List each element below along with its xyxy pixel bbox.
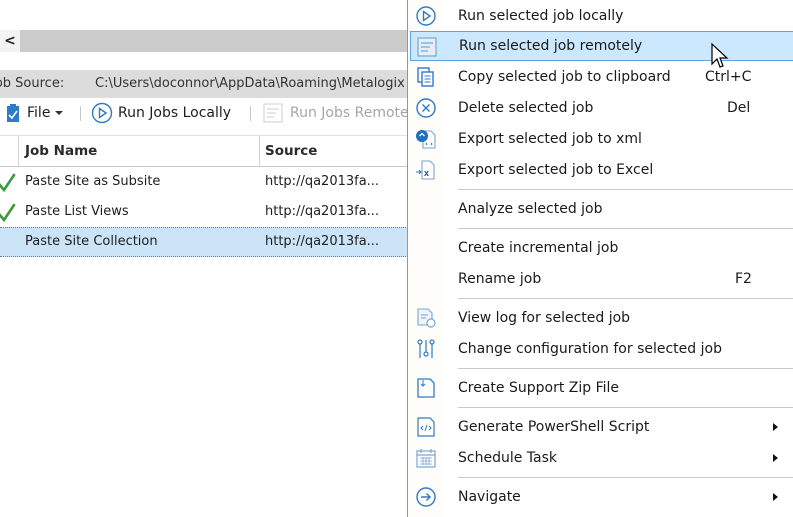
context-menu: Run selected job locally Run selected jo…: [407, 0, 793, 517]
file-menu-button[interactable]: File: [6, 98, 64, 128]
copy-icon: [417, 67, 434, 87]
run-jobs-remotely-label: Run Jobs Remotely: [290, 105, 410, 121]
clipboard-check-icon: [7, 104, 19, 122]
chevron-down-icon: [55, 111, 64, 115]
menu-item-label: Generate PowerShell Script: [458, 419, 650, 435]
menu-item-export-excel[interactable]: x Export selected job to Excel: [410, 155, 793, 185]
view-log-icon: [417, 308, 436, 328]
job-name-cell: Paste Site as Subsite: [25, 174, 161, 189]
job-name-cell: Paste Site Collection: [25, 234, 158, 249]
menu-item-label: Create incremental job: [458, 240, 619, 256]
file-menu-label: File: [27, 105, 51, 121]
zip-file-icon: [417, 378, 435, 398]
menu-item-rename[interactable]: Rename job F2: [410, 264, 793, 294]
toolbar: File Run Jobs Locally Run Jobs Remotely: [0, 98, 410, 128]
column-header-source[interactable]: Source: [265, 136, 317, 166]
horizontal-scrollbar[interactable]: [0, 30, 410, 52]
run-jobs-locally-label: Run Jobs Locally: [118, 105, 232, 121]
job-source-bar: Job Source: C:\Users\doconnor\AppData\Ro…: [0, 70, 410, 98]
table-row[interactable]: Paste Site as Subsite http://qa2013fa...: [0, 167, 410, 197]
source-cell: http://qa2013fa...: [265, 174, 380, 189]
calendar-icon: [416, 449, 436, 468]
menu-item-label: Export selected job to xml: [458, 131, 642, 147]
scroll-left-button[interactable]: <: [0, 30, 20, 52]
run-jobs-remotely-button[interactable]: Run Jobs Remotely: [262, 98, 410, 128]
menu-item-label: Change configuration for selected job: [458, 341, 722, 357]
source-cell: http://qa2013fa...: [265, 234, 380, 249]
table-row-selected[interactable]: Paste Site Collection http://qa2013fa...: [0, 227, 410, 257]
column-header-job-name[interactable]: Job Name: [25, 136, 97, 166]
navigate-arrow-icon: [416, 487, 436, 507]
menu-item-navigate[interactable]: Navigate: [410, 482, 793, 512]
shortcut-label: Del: [727, 100, 751, 116]
menu-item-label: Run selected job locally: [458, 8, 624, 24]
menu-item-label: Export selected job to Excel: [458, 162, 654, 178]
grid-header: Job Name Source: [0, 135, 410, 167]
menu-separator: [458, 189, 793, 190]
submenu-arrow-icon: [773, 454, 778, 462]
menu-item-label: Delete selected job: [458, 100, 594, 116]
export-xml-icon: [416, 130, 436, 149]
success-check-icon: [0, 173, 16, 193]
menu-item-create-support-zip[interactable]: Create Support Zip File: [410, 373, 793, 403]
menu-item-label: Analyze selected job: [458, 201, 603, 217]
submenu-arrow-icon: [773, 493, 778, 501]
submenu-arrow-icon: [773, 423, 778, 431]
menu-item-label: View log for selected job: [458, 310, 631, 326]
menu-item-create-incremental[interactable]: Create incremental job: [410, 233, 793, 263]
menu-item-delete[interactable]: Delete selected job Del: [410, 93, 793, 123]
table-row[interactable]: Paste List Views http://qa2013fa...: [0, 197, 410, 227]
job-source-label: Job Source:: [0, 76, 65, 91]
menu-item-run-remotely[interactable]: Run selected job remotely: [410, 31, 793, 61]
menu-item-view-log[interactable]: View log for selected job: [410, 303, 793, 333]
column-divider: [259, 136, 260, 166]
remote-job-icon: [417, 37, 437, 57]
menu-item-export-xml[interactable]: Export selected job to xml: [410, 124, 793, 154]
menu-item-analyze[interactable]: Analyze selected job: [410, 194, 793, 224]
menu-separator: [458, 368, 793, 369]
configuration-icon: [417, 339, 435, 358]
powershell-script-icon: [417, 417, 435, 437]
svg-text:x: x: [424, 168, 429, 178]
job-name-cell: Paste List Views: [25, 204, 129, 219]
column-divider: [18, 136, 19, 166]
run-jobs-locally-button[interactable]: Run Jobs Locally: [91, 98, 231, 128]
shortcut-label: F2: [735, 271, 752, 287]
menu-item-copy-to-clipboard[interactable]: Copy selected job to clipboard Ctrl+C: [410, 62, 793, 92]
menu-item-label: Navigate: [458, 489, 521, 505]
menu-item-schedule-task[interactable]: Schedule Task: [410, 443, 793, 473]
source-cell: http://qa2013fa...: [265, 204, 380, 219]
toolbar-separator: [250, 106, 251, 121]
mouse-pointer-icon: [711, 42, 729, 68]
export-excel-icon: x: [416, 160, 435, 180]
menu-separator: [458, 477, 793, 478]
menu-separator: [458, 298, 793, 299]
menu-item-label: Rename job: [458, 271, 542, 287]
menu-separator: [458, 228, 793, 229]
delete-circle-icon: [416, 98, 436, 118]
menu-item-label: Schedule Task: [458, 450, 557, 466]
success-check-icon: [0, 203, 16, 223]
play-circle-icon: [416, 6, 436, 26]
job-source-path: C:\Users\doconnor\AppData\Roaming\Metalo…: [95, 76, 405, 91]
play-circle-icon: [91, 102, 113, 124]
menu-item-label: Copy selected job to clipboard: [458, 69, 671, 85]
menu-item-change-configuration[interactable]: Change configuration for selected job: [410, 334, 793, 364]
menu-item-generate-powershell[interactable]: Generate PowerShell Script: [410, 412, 793, 442]
menu-item-label: Create Support Zip File: [458, 380, 620, 396]
menu-item-run-locally[interactable]: Run selected job locally: [410, 1, 793, 31]
menu-item-label: Run selected job remotely: [459, 38, 643, 54]
remote-job-icon: [263, 103, 283, 123]
menu-separator: [458, 407, 793, 408]
toolbar-separator: [80, 106, 81, 121]
